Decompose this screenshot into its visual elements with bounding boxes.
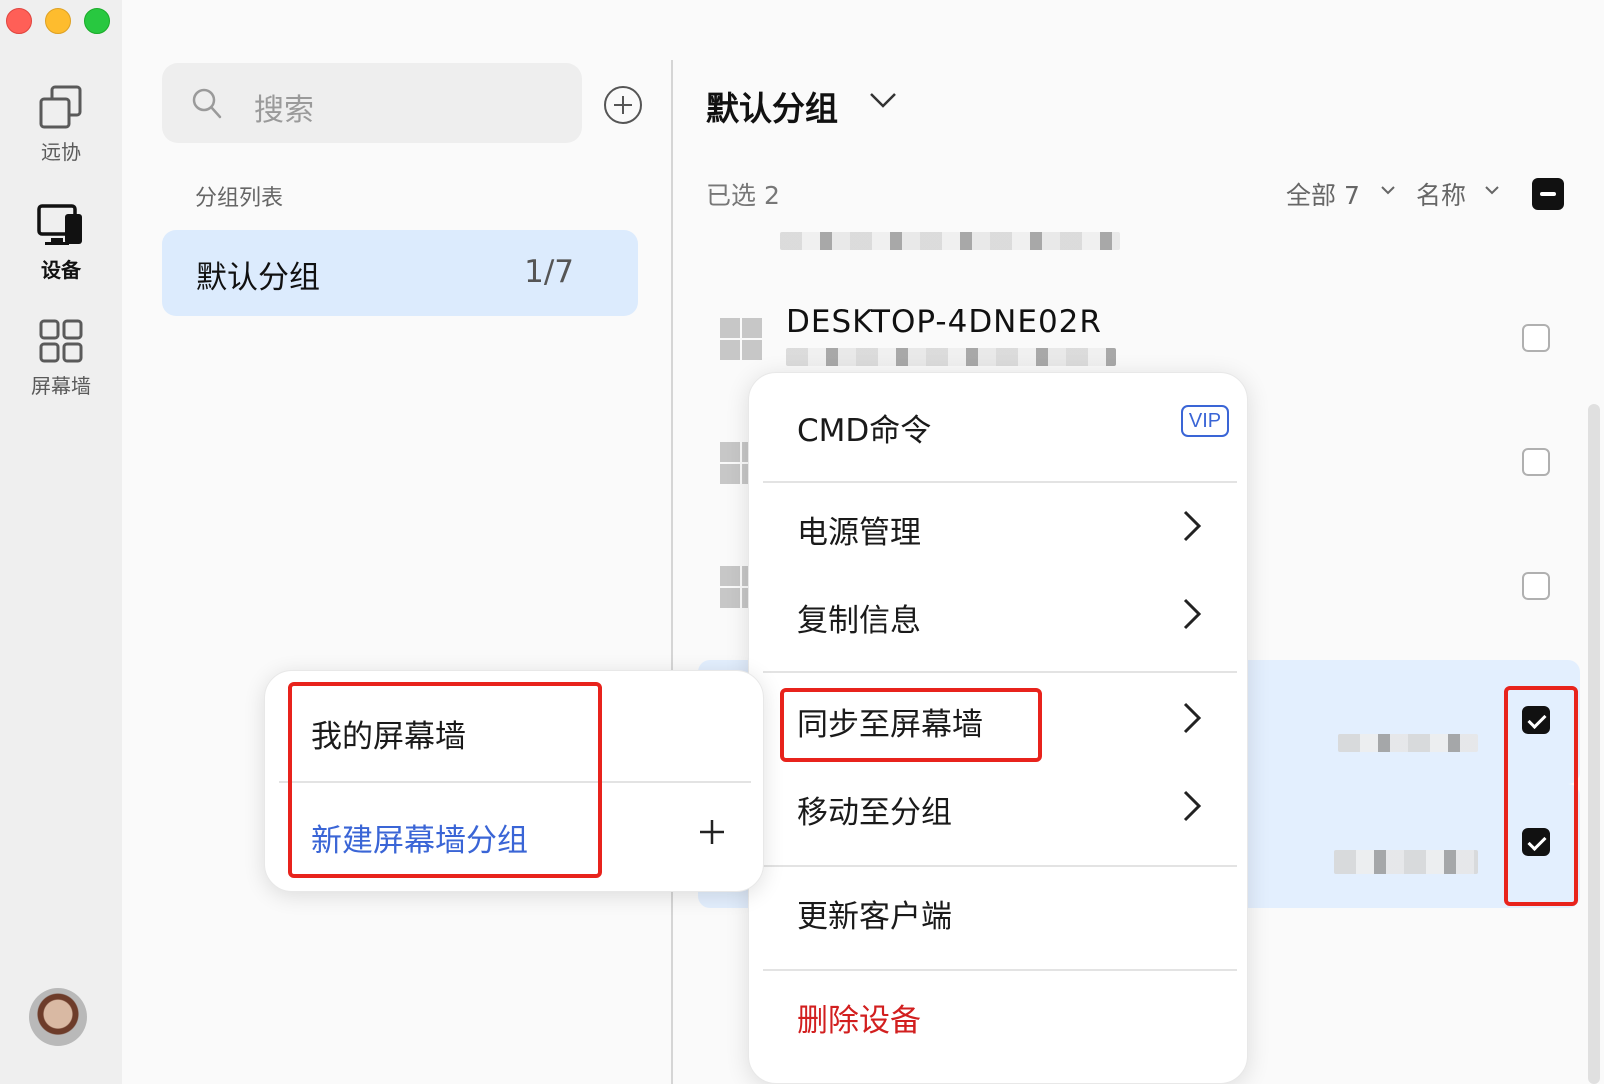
- device-checkbox[interactable]: [1522, 448, 1550, 476]
- menu-item-label: CMD命令: [797, 413, 932, 449]
- device-info-blurred: [1334, 850, 1478, 874]
- grid-icon: [39, 319, 83, 363]
- menu-item-power[interactable]: 电源管理: [749, 485, 1249, 565]
- menu-item-label: 更新客户端: [797, 899, 952, 935]
- menu-divider: [763, 865, 1237, 867]
- menu-item-delete-device[interactable]: 删除设备: [749, 973, 1249, 1053]
- avatar[interactable]: [29, 988, 87, 1046]
- menu-item-cmd[interactable]: CMD命令 VIP: [749, 383, 1249, 463]
- chevron-right-icon: [1183, 598, 1202, 630]
- menu-item-move-to-group[interactable]: 移动至分组: [749, 765, 1249, 845]
- menu-divider: [763, 481, 1237, 483]
- add-group-button[interactable]: [604, 86, 642, 124]
- device-checkbox[interactable]: [1522, 324, 1550, 352]
- device-checkbox[interactable]: [1522, 572, 1550, 600]
- group-name: 默认分组: [196, 260, 320, 296]
- menu-divider: [763, 969, 1237, 971]
- menu-divider: [763, 671, 1237, 673]
- menu-item-copy-info[interactable]: 复制信息: [749, 573, 1249, 653]
- device-info-blurred: [1338, 734, 1478, 752]
- close-window-button[interactable]: [6, 8, 32, 34]
- group-count: 1/7: [524, 254, 574, 290]
- plus-icon[interactable]: [699, 819, 725, 845]
- chevron-down-icon[interactable]: [868, 90, 898, 110]
- scrollbar[interactable]: [1588, 404, 1600, 1084]
- device-info-blurred: [780, 232, 1120, 250]
- device-icon: [37, 204, 82, 245]
- chevron-right-icon: [1183, 790, 1202, 822]
- rail-item-label: 设备: [41, 258, 81, 282]
- chevron-down-icon[interactable]: [1380, 184, 1396, 196]
- remote-assist-icon: [39, 85, 82, 129]
- menu-item-label: 移动至分组: [797, 795, 952, 831]
- vip-badge: VIP: [1181, 405, 1229, 437]
- search-placeholder: 搜索: [254, 93, 314, 128]
- menu-item-update-client[interactable]: 更新客户端: [749, 869, 1249, 949]
- chevron-right-icon: [1183, 510, 1202, 542]
- left-rail: 远协 设备 屏幕墙: [0, 0, 122, 1084]
- selected-count: 已选 2: [706, 181, 780, 210]
- rail-item-devices[interactable]: 设备: [0, 202, 122, 283]
- filter-all-dropdown[interactable]: 全部 7: [1286, 176, 1360, 212]
- rail-item-label: 远协: [41, 140, 81, 164]
- highlight-checkboxes: [1504, 686, 1578, 906]
- search-input[interactable]: 搜索: [162, 63, 582, 143]
- minimize-window-button[interactable]: [45, 8, 71, 34]
- rail-item-screen-wall[interactable]: 屏幕墙: [0, 318, 122, 399]
- windows-icon: [720, 318, 764, 362]
- highlight-sync-item: [780, 688, 1042, 762]
- device-info-blurred: [786, 348, 1116, 366]
- chevron-down-icon[interactable]: [1484, 184, 1500, 196]
- chevron-right-icon: [1183, 702, 1202, 734]
- menu-item-label: 复制信息: [797, 603, 921, 639]
- column-divider: [671, 60, 673, 1084]
- group-list-title: 分组列表: [195, 186, 284, 211]
- menu-item-label: 删除设备: [797, 1003, 921, 1039]
- group-item-default[interactable]: 默认分组 1/7: [162, 230, 638, 316]
- rail-item-remote-assist[interactable]: 远协: [0, 84, 122, 165]
- highlight-submenu: [288, 682, 602, 878]
- sort-name-dropdown[interactable]: 名称: [1416, 176, 1466, 212]
- select-all-checkbox[interactable]: [1532, 178, 1564, 210]
- menu-item-label: 电源管理: [797, 515, 921, 551]
- search-icon: [192, 88, 222, 119]
- zoom-window-button[interactable]: [84, 8, 110, 34]
- device-group-title[interactable]: 默认分组: [706, 82, 838, 130]
- device-name: DESKTOP-4DNE02R: [786, 304, 1102, 340]
- rail-item-label: 屏幕墙: [31, 374, 91, 398]
